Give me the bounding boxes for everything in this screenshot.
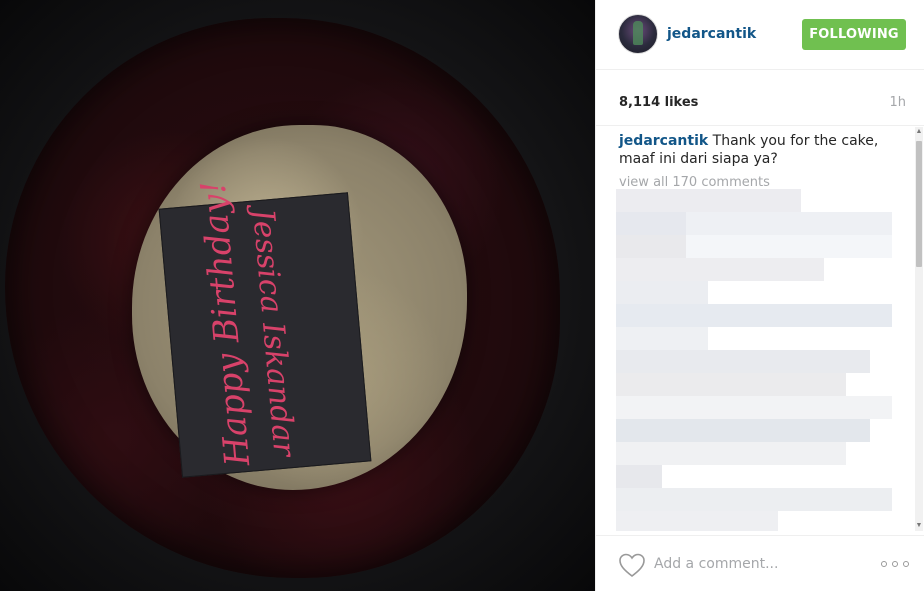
view-all-comments-link[interactable]: view all 170 comments bbox=[619, 175, 770, 190]
scroll-thumb[interactable] bbox=[916, 141, 922, 267]
scroll-up-arrow-icon[interactable]: ▲ bbox=[915, 127, 923, 137]
comments-scrollbar[interactable]: ▲ ▼ bbox=[915, 127, 923, 531]
post-time[interactable]: 1h bbox=[889, 95, 906, 110]
caption-username-link[interactable]: jedarcantik bbox=[619, 133, 708, 149]
post-photo[interactable]: Happy Birthday! Jessica Iskandar bbox=[0, 0, 595, 591]
avatar[interactable] bbox=[618, 14, 658, 54]
post-header: jedarcantik FOLLOWING bbox=[596, 0, 924, 70]
following-button[interactable]: FOLLOWING bbox=[802, 19, 906, 50]
likes-count[interactable]: 8,114 likes bbox=[619, 95, 698, 110]
post-details-panel: jedarcantik FOLLOWING 8,114 likes 1h jed… bbox=[595, 0, 924, 591]
post-footer bbox=[596, 535, 924, 591]
heart-icon[interactable] bbox=[618, 552, 646, 578]
more-options-icon[interactable] bbox=[881, 554, 909, 574]
comments-area: jedarcantik Thank you for the cake, maaf… bbox=[596, 127, 924, 531]
blurred-comments bbox=[616, 189, 892, 531]
birthday-card: Happy Birthday! Jessica Iskandar bbox=[158, 179, 372, 478]
scroll-down-arrow-icon[interactable]: ▼ bbox=[915, 521, 923, 531]
caption: jedarcantik Thank you for the cake, maaf… bbox=[619, 132, 899, 168]
post-stats: 8,114 likes 1h bbox=[596, 70, 924, 126]
add-comment-input[interactable] bbox=[654, 551, 864, 577]
header-username-link[interactable]: jedarcantik bbox=[667, 26, 756, 42]
